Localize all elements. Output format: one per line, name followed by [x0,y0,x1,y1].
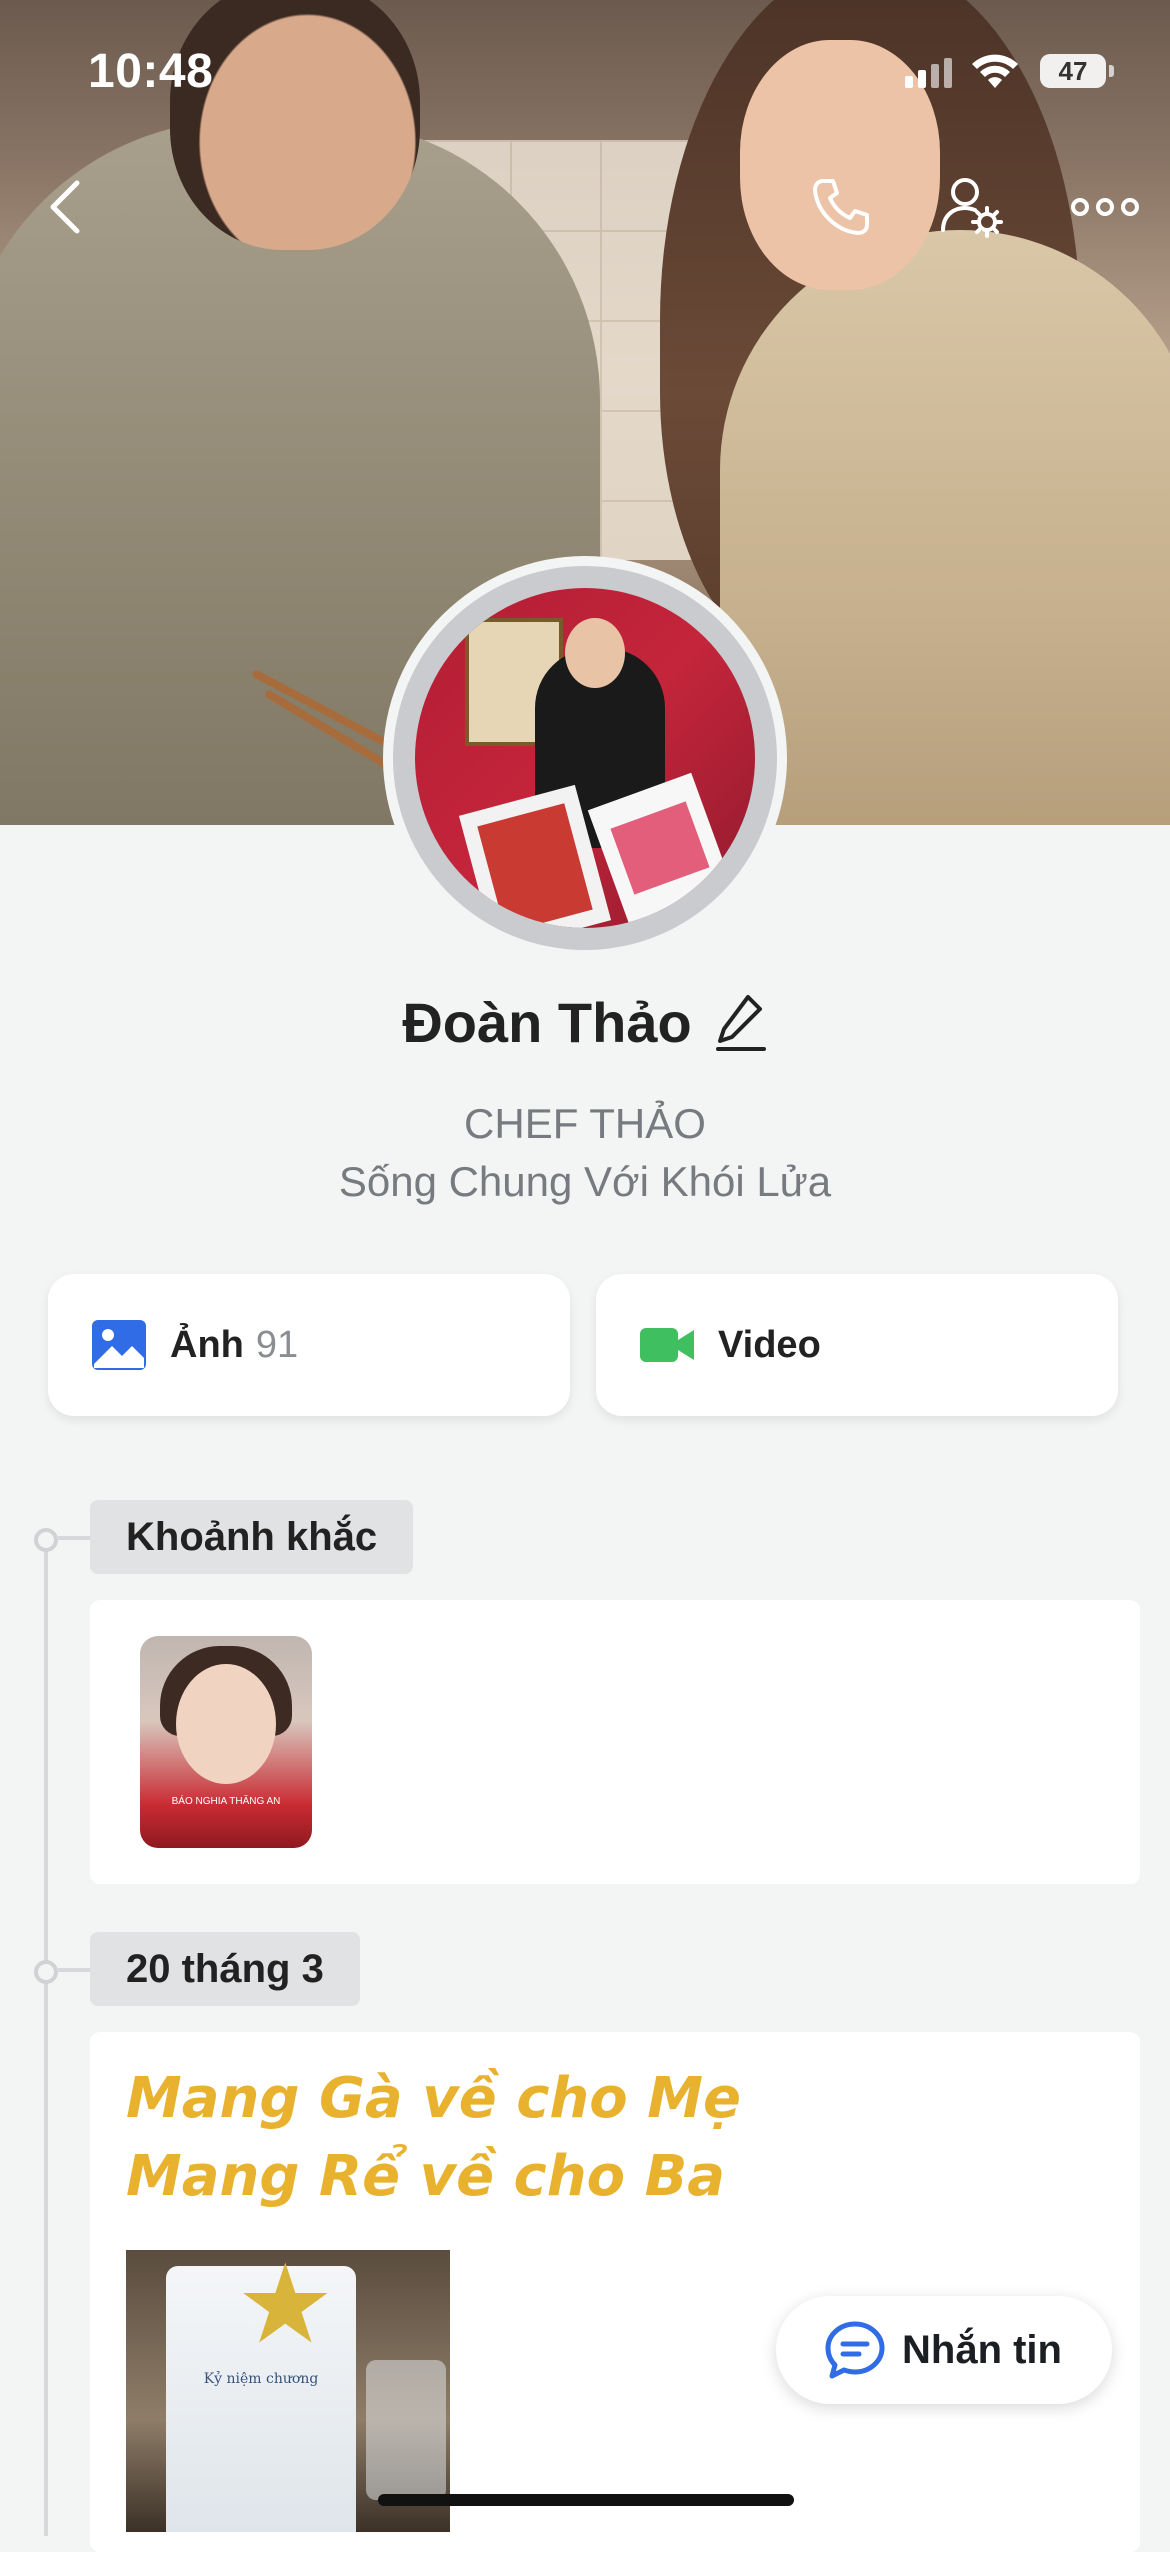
back-icon [50,180,80,234]
more-options-button[interactable] [1070,172,1140,242]
date-header: 20 tháng 3 [90,1932,360,2006]
edit-icon [715,994,766,1051]
photos-button[interactable]: Ảnh 91 [48,1274,570,1416]
photos-label: Ảnh [170,1323,244,1366]
videos-label: Video [718,1323,821,1366]
message-button[interactable]: Nhắn tin [776,2296,1112,2404]
cellular-signal-icon [905,58,952,88]
profile-subtitle-1: CHEF THẢO [464,1100,706,1147]
chat-icon [825,2321,885,2379]
user-settings-icon [941,178,1003,238]
edit-name-button[interactable] [714,991,768,1064]
back-button[interactable] [30,172,100,242]
post-text-line-2: Mang Rể về cho Ba [126,2144,726,2209]
status-time: 10:48 [88,45,214,98]
call-button[interactable] [806,172,876,242]
cover-figure [720,230,1170,825]
timeline-dot [34,1528,58,1552]
timeline-connector [58,1536,92,1540]
profile-settings-button[interactable] [937,172,1007,242]
post-text-line-1: Mang Gà về cho Mẹ [126,2066,741,2131]
timeline-dot [34,1960,58,1984]
avatar-detail [565,618,625,688]
moments-header: Khoảnh khắc [90,1500,414,1574]
profile-subtitle-2: Sống Chung Với Khói Lửa [338,1158,832,1205]
star-icon: ★ [236,2250,335,2366]
trophy-text: Kỷ niệm chương [203,2371,319,2387]
avatar[interactable] [415,588,755,928]
status-bar: 10:48 47 [0,0,1170,150]
moment-thumbnail[interactable]: BÁO NGHIA THĂNG AN [140,1636,312,1848]
image-icon [92,1320,146,1370]
message-label: Nhắn tin [902,2327,1062,2372]
wifi-icon [972,54,1018,88]
videos-button[interactable]: Video [596,1274,1118,1416]
more-icon [1071,198,1139,216]
moment-caption: BÁO NGHIA THĂNG AN [171,1796,281,1807]
video-icon [640,1328,694,1362]
timeline-line [44,1536,48,2536]
battery-indicator: 47 [1040,54,1114,88]
profile-name: Đoàn Thảo [402,991,692,1054]
moment-detail [176,1664,276,1784]
post-image[interactable]: ★ Kỷ niệm chương [126,2250,450,2532]
phone-icon [813,179,869,235]
post-image-detail [366,2360,446,2500]
home-indicator[interactable] [378,2494,794,2506]
profile-name-row: Đoàn Thảo [0,990,1170,1064]
photos-count: 91 [255,1323,299,1366]
timeline-connector [58,1968,92,1972]
